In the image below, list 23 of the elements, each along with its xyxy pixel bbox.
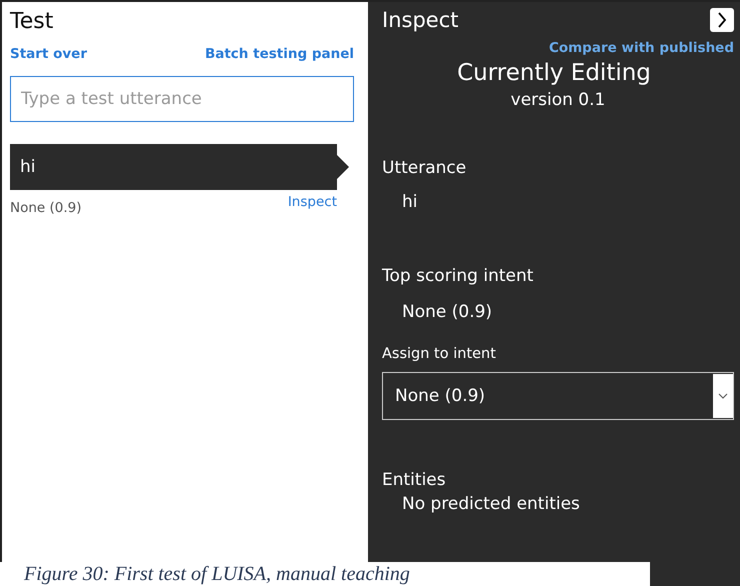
- utterance-value: hi: [401, 192, 418, 212]
- panel-title: Test: [10, 8, 54, 36]
- utterance-input[interactable]: Type a test utterance: [10, 76, 354, 122]
- version-text: version 0.1: [510, 90, 606, 110]
- link[interactable]: Start over: [10, 46, 87, 62]
- chevron-down-icon: [718, 393, 728, 399]
- intent-score: None (0.9): [10, 200, 82, 216]
- section-label: Utterance: [382, 158, 468, 178]
- section-label: Top scoring intent: [382, 266, 534, 286]
- entities-value: No predicted entities: [401, 494, 581, 514]
- link[interactable]: Batch testing panel: [204, 46, 354, 62]
- panel-title: Inspect: [382, 8, 458, 32]
- chevron-right-icon: [717, 12, 727, 28]
- compare-link[interactable]: Compare with published: [548, 40, 734, 56]
- inspect-link[interactable]: Inspect: [288, 194, 337, 216]
- intent-dropdown[interactable]: None (0.9): [382, 372, 734, 420]
- field-label: Assign to intent: [382, 346, 497, 362]
- section-label: Entities: [382, 470, 447, 490]
- intent-value: None (0.9): [401, 302, 494, 322]
- collapse-button[interactable]: [710, 8, 734, 32]
- editing-status: Currently Editing: [457, 60, 651, 86]
- figure-caption: Figure 30: First test of LUISA, manual teaching: [24, 563, 410, 585]
- pointer-arrow: [337, 155, 349, 179]
